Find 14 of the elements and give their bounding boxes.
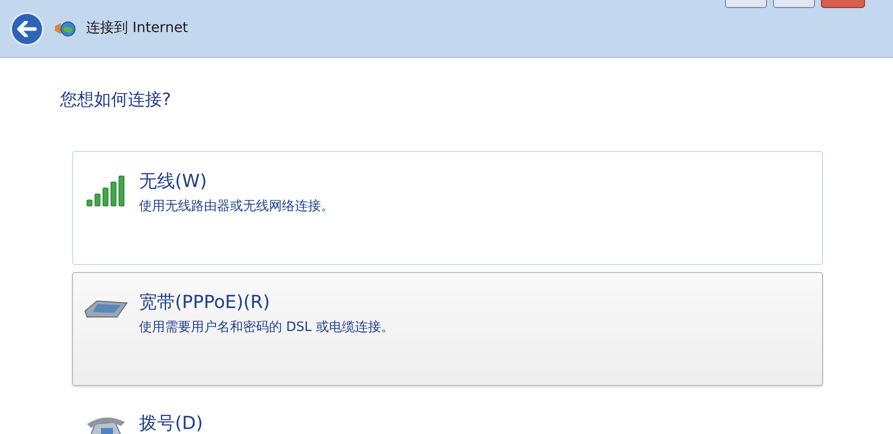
option-description: 使用无线路由器或无线网络连接。 <box>139 198 334 216</box>
network-globe-icon <box>54 20 76 38</box>
option-title: 宽带(PPPoE)(R) <box>139 290 271 314</box>
option-title: 无线(W) <box>139 170 208 194</box>
connection-option[interactable]: 无线(W) 使用无线路由器或无线网络连接。 <box>72 150 823 264</box>
option-title: 拨号(D) <box>139 412 203 434</box>
connection-option[interactable]: 宽带(PPPoE)(R) 使用需要用户名和密码的 DSL 或电缆连接。 <box>72 272 823 386</box>
signal-bars-icon <box>85 174 127 208</box>
back-arrow-icon <box>17 20 37 36</box>
back-button[interactable] <box>10 12 44 46</box>
option-description: 使用需要用户名和密码的 DSL 或电缆连接。 <box>139 318 394 336</box>
page-heading: 您想如何连接? <box>60 89 172 112</box>
window-title: 连接到 Internet <box>86 19 188 38</box>
telephone-icon <box>85 416 127 434</box>
